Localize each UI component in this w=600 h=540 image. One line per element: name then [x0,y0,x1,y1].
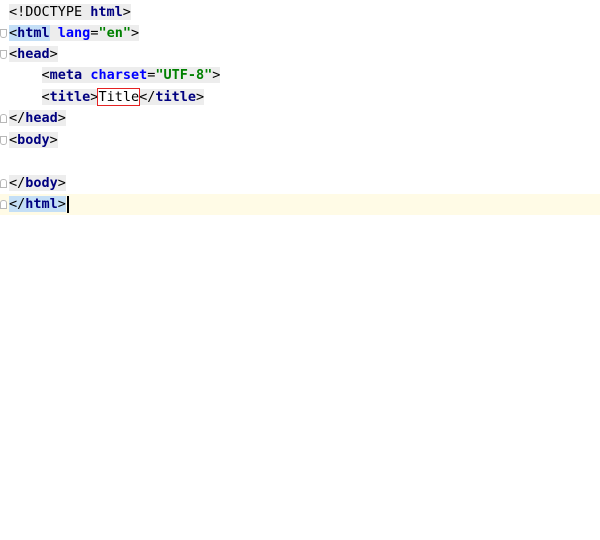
code-line-7[interactable]: <body> [0,130,600,151]
tag-name: title [49,89,91,105]
tag-name: html [17,25,50,41]
doctype-keyword: html [90,4,123,20]
tag-open-bracket: < [41,89,50,105]
fold-marker-icon[interactable] [0,50,7,59]
fold-end-marker-icon[interactable] [0,179,7,188]
text-caret [66,195,69,213]
title-text-editable[interactable]: Title [97,88,141,106]
tag-close-bracket: > [57,175,66,191]
fold-end-marker-icon[interactable] [0,114,7,123]
tag-open-bracket: < [41,67,50,83]
code-line-4[interactable]: <meta charset="UTF-8"> [0,65,600,86]
tag-close-bracket: > [130,25,140,41]
tag-close-bracket: > [49,46,58,62]
tag-open-bracket: </ [9,196,26,212]
code-line-2[interactable]: <html lang="en"> [0,23,600,44]
code-line-6[interactable]: </head> [0,108,600,129]
doctype-text: <!DOCTYPE [9,4,91,20]
fold-end-marker-icon[interactable] [0,200,7,209]
code-line-3[interactable]: <head> [0,44,600,65]
tag-name: body [17,132,50,148]
tag-open-bracket: < [9,25,18,41]
tag-name: head [25,110,58,126]
tag-name: meta [49,67,83,83]
end-tag-name: title [155,89,196,105]
attr-value: "en" [98,25,131,41]
fold-marker-icon[interactable] [0,136,7,145]
tag-open-bracket: < [9,132,18,148]
tag-close-bracket: > [57,196,66,212]
code-line-10-current[interactable]: </html> [0,194,600,215]
tag-name: body [25,175,58,191]
tag-name: head [17,46,50,62]
end-tag-open-bracket: </ [139,89,156,105]
attr-name: lang [57,25,91,41]
code-editor[interactable]: <!DOCTYPE html> <html lang="en"> <head> … [0,0,600,540]
tag-close-bracket: > [212,67,221,83]
attr-value: "UTF-8" [155,67,213,83]
code-line-5[interactable]: <title>Title</title> [0,87,600,108]
doctype-end: > [122,4,131,20]
code-line-1[interactable]: <!DOCTYPE html> [0,2,600,23]
code-line-8[interactable] [0,152,600,173]
tag-close-bracket: > [57,110,66,126]
tag-open-bracket: < [9,46,18,62]
tag-open-bracket: </ [9,175,26,191]
tag-name: html [25,196,58,212]
code-line-9[interactable]: </body> [0,173,600,194]
tag-close-bracket: > [49,132,58,148]
tag-open-bracket: </ [9,110,26,126]
end-tag-close-bracket: > [195,89,205,105]
fold-marker-icon[interactable] [0,29,7,38]
attr-name: charset [90,67,148,83]
